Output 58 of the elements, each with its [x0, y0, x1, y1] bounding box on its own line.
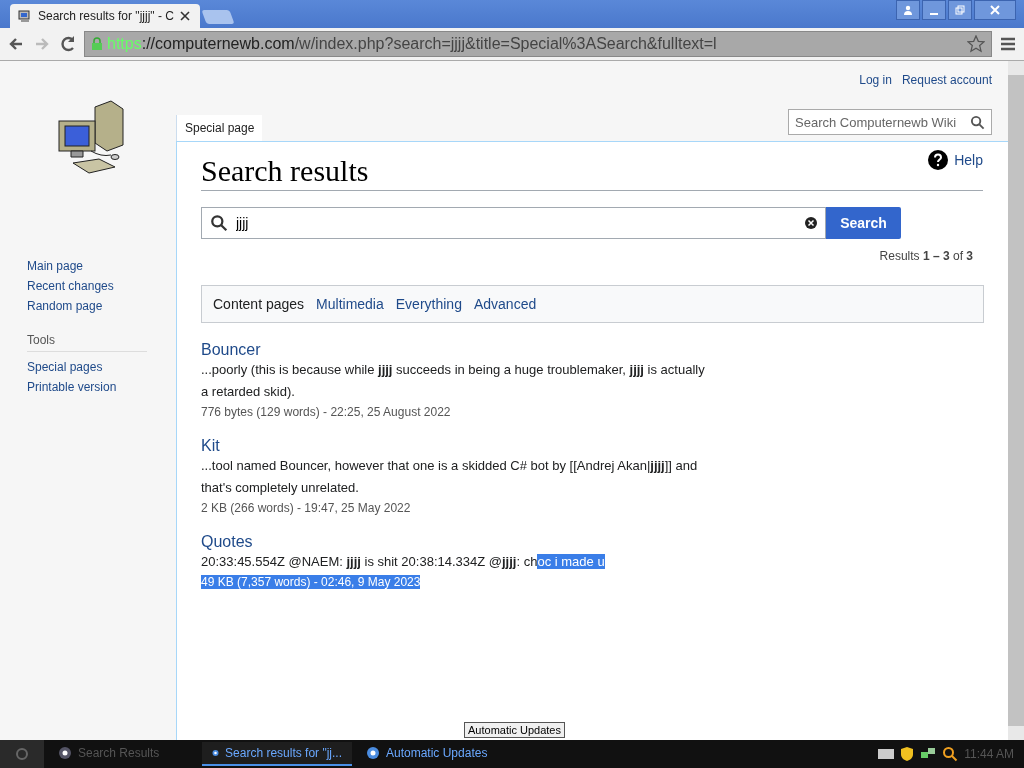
result-snippet: 20:33:45.554Z @NAEM: jjjj is shit 20:38:14.334Z @jjjj: choc i made u [201, 553, 606, 571]
user-button[interactable] [896, 0, 920, 20]
search-field[interactable]: jjjj [201, 207, 826, 239]
nav-link[interactable]: Random page [27, 299, 176, 313]
lock-icon [91, 37, 103, 51]
start-button[interactable] [0, 740, 44, 768]
ring-icon [13, 745, 31, 763]
help-link[interactable]: Help [928, 150, 983, 170]
search-icon [942, 746, 959, 762]
profile-tab[interactable]: Multimedia [316, 296, 384, 312]
page-title: Search results [201, 154, 369, 188]
keyboard-icon [878, 749, 895, 759]
minimize-icon [930, 13, 938, 15]
profile-tab[interactable]: Everything [395, 296, 462, 312]
result-meta: 776 bytes (129 words) - 22:25, 25 August 2022 [201, 405, 451, 419]
result-title[interactable]: Quotes [201, 533, 253, 551]
wiki-search-field[interactable]: Search Computernewb Wiki [788, 109, 992, 135]
results-count: Results 1 – 3 of 3 [878, 249, 973, 263]
restore-icon [955, 5, 965, 15]
account-link[interactable]: Request account [901, 73, 992, 97]
result-title[interactable]: Bouncer [201, 341, 261, 359]
result-snippet: ...poorly (this is because while jjjj succeeds in being a huge troublemaker, jjjj is actually a retarded skid). [201, 361, 706, 401]
nav-link[interactable]: Main page [27, 259, 176, 273]
tools-heading: Tools [27, 333, 147, 352]
profile-tab[interactable]: Advanced [473, 296, 537, 312]
close-icon[interactable] [179, 11, 190, 21]
page-tab[interactable]: Special page [176, 115, 263, 141]
restore-button[interactable] [948, 0, 972, 20]
nav-link[interactable]: Recent changes [27, 279, 176, 293]
scrollbar[interactable] [1008, 61, 1024, 740]
tool-link[interactable]: Special pages [27, 360, 176, 374]
computer-icon [18, 9, 32, 23]
clear-icon[interactable] [805, 217, 817, 229]
window-icon [58, 746, 72, 760]
taskbar-item[interactable]: Automatic Updates [356, 742, 506, 766]
person-icon [903, 5, 913, 15]
search-icon [210, 214, 228, 232]
minimize-button[interactable] [922, 0, 946, 20]
address-bar[interactable]: https://computernewb.com/w/index.php?search=jjjj&title=Special%3ASearch&fulltext=l [84, 31, 992, 57]
result-meta: 2 KB (266 words) - 19:47, 25 May 2022 [201, 501, 411, 515]
clock: 11:44 AM [964, 747, 1014, 761]
taskbar-item[interactable]: Search results for "jj... [202, 742, 352, 766]
window-icon [366, 746, 380, 760]
result-title[interactable]: Kit [201, 437, 220, 455]
search-icon [970, 114, 985, 130]
account-link[interactable]: Log in [859, 73, 892, 97]
profile-tab[interactable]: Content pages [213, 296, 305, 312]
result-snippet: ...tool named Bouncer, however that one is a skidded C# bot by [[Andrej Akan|jjjj]] and that's completely unrelated. [201, 457, 699, 497]
star-icon[interactable] [967, 35, 985, 53]
search-button[interactable]: Search [826, 207, 901, 239]
tool-link[interactable]: Printable version [27, 380, 176, 394]
browser-tab[interactable]: Search results for "jjjj" - C [10, 4, 200, 28]
result-meta: 49 KB (7,357 words) - 02:46, 9 May 2023 [201, 575, 421, 589]
shield-icon [900, 746, 915, 762]
help-icon [928, 150, 949, 170]
close-button[interactable] [974, 0, 1016, 20]
tooltip: Automatic Updates [464, 722, 565, 738]
close-icon [990, 5, 1000, 15]
